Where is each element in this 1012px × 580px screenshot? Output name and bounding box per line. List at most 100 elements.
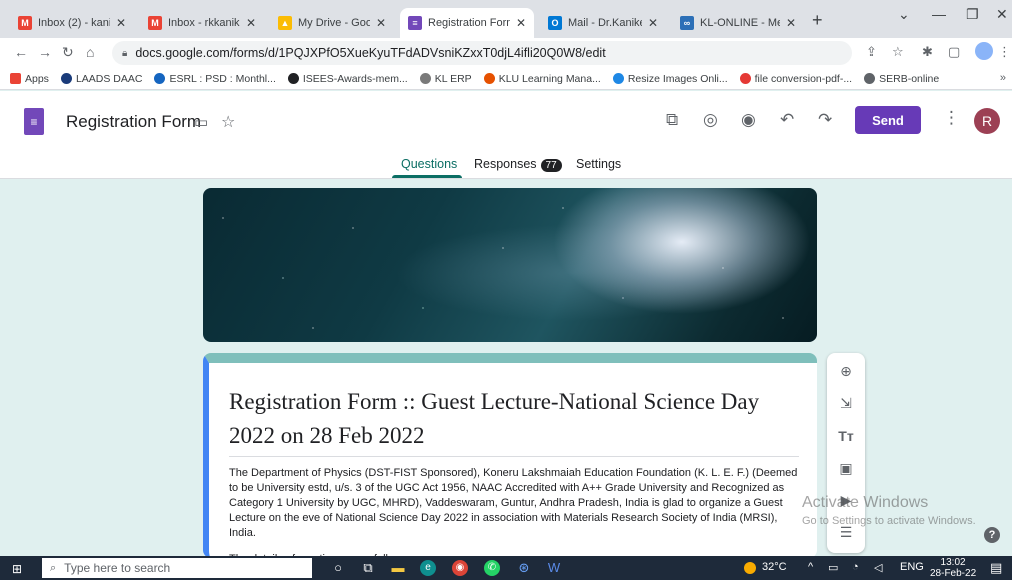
weather-sun-icon[interactable]	[744, 562, 756, 574]
volume-icon[interactable]: ◁	[874, 561, 882, 574]
star-icon[interactable]: ☆	[221, 112, 235, 132]
bookmarks-more-icon[interactable]: »	[1000, 72, 1006, 84]
clock-date: 28-Feb-22	[930, 568, 977, 579]
search-icon: ⌕	[50, 561, 57, 574]
back-icon[interactable]: ←	[14, 44, 28, 60]
edge-icon[interactable]: e	[420, 560, 436, 576]
tray-overflow-icon[interactable]: ^	[808, 561, 813, 573]
bookmark-favicon-icon	[739, 73, 751, 84]
tab-settings[interactable]: Settings	[576, 157, 621, 171]
new-tab-button[interactable]: +	[812, 10, 823, 31]
bookmark-label: KLU Learning Mana...	[498, 72, 601, 85]
help-icon[interactable]: ?	[984, 527, 1000, 543]
customize-theme-icon[interactable]: ◎	[703, 110, 718, 130]
share-icon[interactable]: ⇪	[866, 44, 877, 60]
more-options-icon[interactable]: ⋮	[943, 108, 960, 128]
form-title-card[interactable]: Registration Form :: Guest Lecture-Natio…	[203, 353, 817, 565]
undo-icon[interactable]: ↶	[780, 110, 794, 130]
account-avatar[interactable]: R	[974, 108, 1000, 134]
outlook-icon: O	[548, 16, 562, 30]
bookmark-item[interactable]: KL ERP	[419, 72, 472, 85]
side-panel-icon[interactable]: ▢	[948, 44, 960, 60]
close-tab-icon[interactable]: ✕	[516, 16, 526, 30]
redo-icon[interactable]: ↷	[818, 110, 832, 130]
bookmark-label: file conversion-pdf-...	[754, 72, 853, 85]
reload-icon[interactable]: ↻	[62, 44, 74, 61]
browser-tab[interactable]: ∞ KL-ONLINE - Meeti ✕	[672, 8, 804, 38]
title-underline	[229, 456, 799, 457]
tab-responses[interactable]: Responses 77	[474, 157, 562, 172]
restore-button[interactable]: ❐	[966, 6, 979, 23]
clock-time: 13:02	[940, 557, 966, 568]
extensions-icon[interactable]: ✱	[922, 44, 933, 60]
browser-menu-icon[interactable]: ⋮	[998, 44, 1011, 60]
word-icon[interactable]: W	[546, 560, 562, 575]
browser-tab-label: Inbox - rkkanikeph	[168, 17, 240, 29]
network-icon[interactable]: ◔	[852, 561, 859, 573]
form-description[interactable]: The Department of Physics (DST-FIST Spon…	[229, 466, 799, 541]
browser-tab[interactable]: O Mail - Dr.Kanike Ra ✕	[540, 8, 666, 38]
taskbar-clock[interactable]: 13:02 28-Feb-22	[930, 557, 976, 579]
notifications-icon[interactable]: ▤	[990, 560, 1002, 576]
activate-windows-title: Activate Windows	[802, 494, 929, 511]
bookmark-item[interactable]: ESRL : PSD : Monthl...	[154, 73, 276, 85]
address-bar[interactable]: 🔒︎ docs.google.com/forms/d/1PQJXPfO5XueK…	[112, 41, 852, 65]
bookmark-star-icon[interactable]: ☆	[892, 44, 904, 60]
bookmark-item[interactable]: LAADS DAAC	[60, 73, 142, 85]
browser-profile-avatar[interactable]	[975, 42, 993, 60]
battery-icon[interactable]: ▭	[828, 561, 838, 574]
bookmark-label: SERB-online	[879, 72, 940, 85]
gmail-icon: M	[18, 16, 32, 30]
responses-count-badge: 77	[540, 159, 562, 172]
browser-tab-label: Mail - Dr.Kanike Ra	[568, 17, 642, 29]
bookmark-label: KL ERP	[434, 72, 472, 85]
cortana-icon[interactable]: ○	[330, 560, 346, 575]
tab-questions[interactable]: Questions	[401, 157, 457, 171]
temperature-label[interactable]: 32°C	[762, 561, 787, 573]
close-tab-icon[interactable]: ✕	[116, 16, 126, 30]
bookmark-item[interactable]: file conversion-pdf-...	[739, 72, 853, 85]
form-title[interactable]: Registration Form	[66, 112, 201, 132]
windows-start-icon[interactable]: ⊞	[12, 562, 22, 576]
tab-search-chevron-icon[interactable]: ⌄	[898, 6, 910, 23]
close-tab-icon[interactable]: ✕	[786, 16, 796, 30]
drive-icon: ▲	[278, 16, 292, 30]
bookmark-item[interactable]: SERB-online	[864, 73, 939, 85]
folder-icon[interactable]: ▭	[194, 113, 208, 131]
chrome-icon[interactable]: ◉	[452, 560, 468, 576]
url-text: docs.google.com/forms/d/1PQJXPfO5XueKyuT…	[135, 46, 606, 60]
bookmark-item[interactable]: Resize Images Onli...	[612, 73, 728, 85]
minimize-button[interactable]: —	[932, 6, 946, 22]
forward-icon[interactable]: →	[38, 44, 52, 60]
close-window-button[interactable]: ✕	[996, 6, 1008, 23]
whatsapp-icon[interactable]: ✆	[484, 560, 500, 576]
close-tab-icon[interactable]: ✕	[246, 16, 256, 30]
language-indicator[interactable]: ENG	[900, 561, 924, 573]
teams-icon[interactable]: ⊛	[516, 560, 532, 576]
file-explorer-icon[interactable]: ▬	[390, 560, 406, 575]
import-questions-icon[interactable]: ⇲	[837, 395, 855, 412]
bookmark-favicon-icon	[419, 73, 431, 84]
bookmark-item[interactable]: Apps	[10, 73, 49, 85]
google-forms-logo-icon[interactable]: ≡	[24, 108, 44, 135]
bookmark-item[interactable]: KLU Learning Mana...	[483, 72, 601, 85]
add-ons-icon[interactable]: ⧉	[666, 110, 678, 130]
close-tab-icon[interactable]: ✕	[376, 16, 386, 30]
bookmark-item[interactable]: ISEES-Awards-mem...	[287, 73, 408, 85]
browser-tab[interactable]: M Inbox (2) - kanike.k ✕	[10, 8, 134, 38]
home-icon[interactable]: ⌂	[86, 44, 94, 60]
browser-tab[interactable]: M Inbox - rkkanikeph ✕	[140, 8, 264, 38]
close-tab-icon[interactable]: ✕	[648, 16, 658, 30]
preview-eye-icon[interactable]: ◉	[741, 110, 756, 130]
browser-tab[interactable]: ≡ Registration Form ✕	[400, 8, 534, 38]
add-image-icon[interactable]: ▣	[837, 460, 855, 477]
add-title-icon[interactable]: Tт	[837, 428, 855, 444]
taskbar-search-placeholder: Type here to search	[64, 561, 171, 575]
taskbar-search[interactable]: ⌕ Type here to search	[42, 558, 312, 578]
send-button[interactable]: Send	[855, 106, 921, 134]
bookmark-favicon-icon	[287, 73, 299, 84]
form-heading[interactable]: Registration Form :: Guest Lecture-Natio…	[229, 385, 799, 453]
browser-tab[interactable]: ▲ My Drive - Google ✕	[270, 8, 394, 38]
add-question-icon[interactable]: ⊕	[837, 363, 855, 380]
task-view-icon[interactable]: ⧉	[360, 560, 376, 576]
